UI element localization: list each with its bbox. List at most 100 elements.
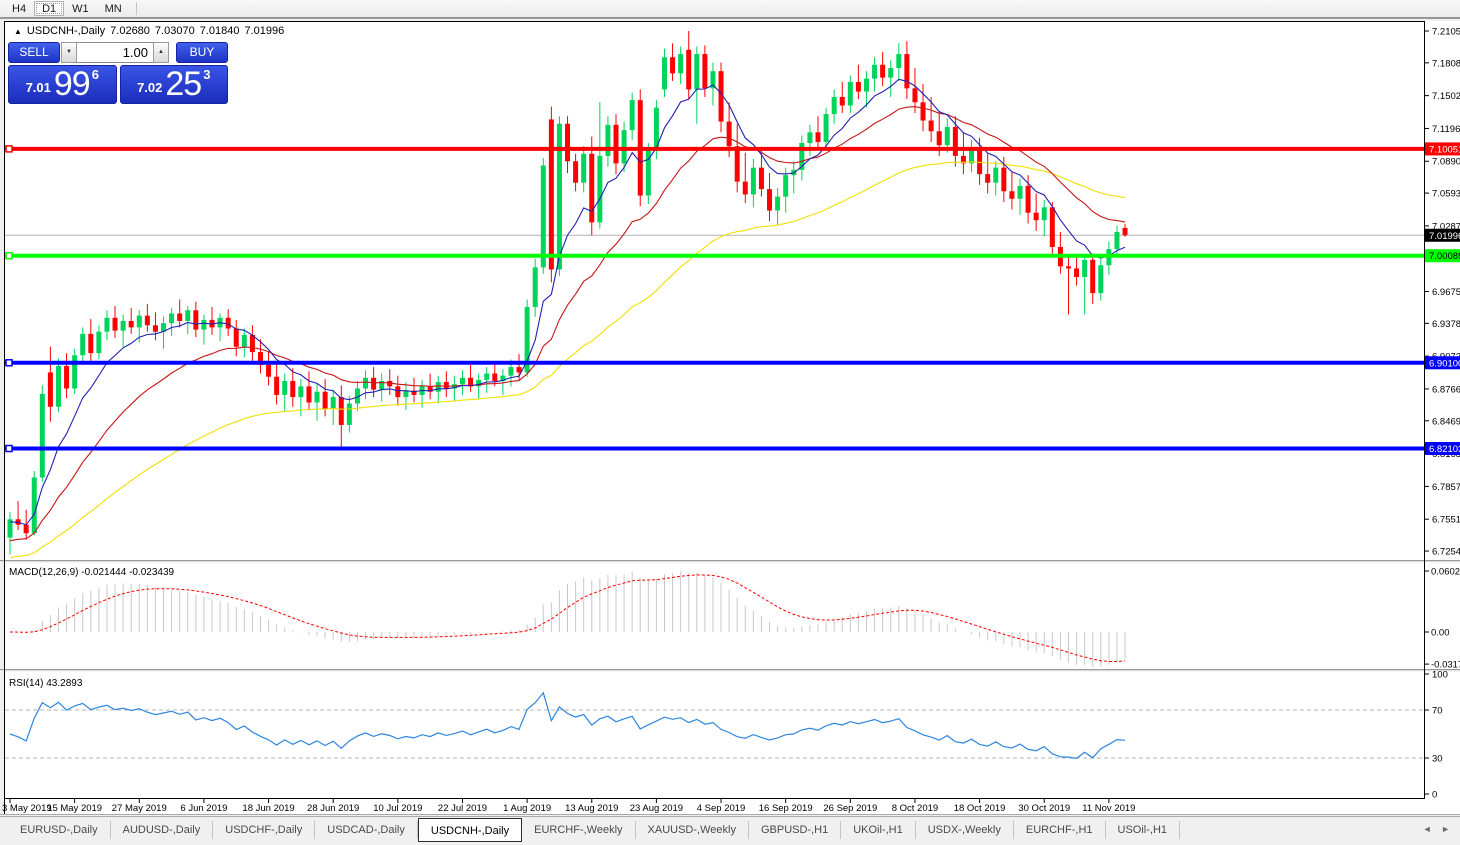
svg-text:7.15020: 7.15020 [1432, 91, 1460, 102]
svg-text:7.01996: 7.01996 [1429, 231, 1460, 242]
buy-button[interactable]: BUY [176, 42, 228, 63]
chart-title: ▲USDCNH-,Daily7.026807.030707.018407.019… [14, 25, 284, 37]
chart-tab-usdcad-daily[interactable]: USDCAD-,Daily [315, 821, 418, 839]
svg-text:6.81630: 6.81630 [1432, 449, 1460, 460]
symbol-period-label: USDCNH-,Daily [27, 25, 105, 37]
timeframe-button-mn[interactable]: MN [97, 1, 130, 16]
svg-text:23 Aug 2019: 23 Aug 2019 [630, 803, 683, 814]
svg-text:70: 70 [1432, 706, 1443, 717]
date-axis: 3 May 201915 May 201927 May 20196 Jun 20… [2, 799, 1135, 814]
tab-scroll-left-icon[interactable]: ◄ [1423, 824, 1432, 834]
rsi-line [10, 693, 1125, 759]
buy-price-box[interactable]: 7.02 25 3 [120, 65, 229, 104]
chart-tab-eurusd-daily[interactable]: EURUSD-,Daily [8, 821, 111, 839]
svg-text:0.00: 0.00 [1431, 628, 1450, 639]
svg-text:3 May 2019: 3 May 2019 [2, 803, 52, 814]
ohlc-high: 7.03070 [155, 25, 195, 37]
volume-increase-icon[interactable]: ▲ [153, 42, 169, 63]
chart-tab-gbpusd-h1[interactable]: GBPUSD-,H1 [749, 821, 841, 839]
volume-input[interactable] [77, 42, 153, 63]
svg-text:30: 30 [1432, 754, 1443, 765]
svg-text:7.02870: 7.02870 [1432, 221, 1460, 232]
tab-scroll-right-icon[interactable]: ► [1441, 824, 1450, 834]
axis-badge-6.82103: 6.82103 [1425, 442, 1460, 455]
svg-text:13 Aug 2019: 13 Aug 2019 [565, 803, 618, 814]
svg-text:1 Aug 2019: 1 Aug 2019 [503, 803, 551, 814]
svg-text:0.060273: 0.060273 [1431, 567, 1460, 578]
svg-text:16 Sep 2019: 16 Sep 2019 [759, 803, 813, 814]
svg-text:7.08900: 7.08900 [1432, 157, 1460, 168]
collapse-triangle-icon[interactable]: ▲ [14, 27, 22, 36]
svg-text:26 Sep 2019: 26 Sep 2019 [823, 803, 877, 814]
sell-price-big: 99 [54, 69, 90, 100]
buy-price-big: 25 [165, 69, 201, 100]
toolbar-separator [136, 2, 137, 15]
svg-text:-0.031725: -0.031725 [1431, 660, 1460, 671]
price-axis: 7.210507.180807.150207.119607.089007.059… [1424, 27, 1460, 558]
tab-scroll-arrows: ◄ ► [1416, 817, 1460, 845]
chart-tab-eurchf-weekly[interactable]: EURCHF-,Weekly [522, 821, 635, 839]
svg-text:6.99810: 6.99810 [1432, 254, 1460, 265]
svg-text:6 Jun 2019: 6 Jun 2019 [180, 803, 227, 814]
one-click-trading-panel: SELL ▼ ▲ BUY 7.01 99 6 7.02 25 3 [8, 42, 228, 104]
chart-tab-usdcnh-daily[interactable]: USDCNH-,Daily [418, 818, 522, 842]
svg-text:6.93780: 6.93780 [1432, 319, 1460, 330]
axis-badge-6.90100: 6.90100 [1425, 356, 1460, 369]
ohlc-low: 7.01840 [200, 25, 240, 37]
mt4-terminal: { "toolbar": { "timeframes": [ {"label":… [0, 0, 1460, 845]
chart-tab-audusd-daily[interactable]: AUDUSD-,Daily [111, 821, 214, 839]
axis-badge-7.00089: 7.00089 [1425, 249, 1460, 262]
chart-tab-usoil-h1[interactable]: USOil-,H1 [1106, 821, 1181, 839]
chart-tab-eurchf-h1[interactable]: EURCHF-,H1 [1014, 821, 1106, 839]
svg-text:7.21050: 7.21050 [1432, 27, 1460, 38]
sell-price-box[interactable]: 7.01 99 6 [8, 65, 117, 104]
svg-text:30 Oct 2019: 30 Oct 2019 [1018, 803, 1070, 814]
hline-handle-6.82103[interactable] [6, 446, 12, 452]
hline-handle-6.90100[interactable] [6, 360, 12, 366]
svg-text:18 Oct 2019: 18 Oct 2019 [954, 803, 1006, 814]
candlesticks [8, 31, 1128, 555]
svg-text:28 Jun 2019: 28 Jun 2019 [307, 803, 359, 814]
ohlc-open: 7.02680 [110, 25, 150, 37]
svg-text:6.82103: 6.82103 [1429, 444, 1460, 455]
timeframe-button-w1[interactable]: W1 [64, 1, 97, 16]
rsi-label: RSI(14) 43.2893 [9, 678, 83, 689]
svg-text:6.96750: 6.96750 [1432, 287, 1460, 298]
svg-text:11 Nov 2019: 11 Nov 2019 [1082, 803, 1135, 814]
buy-price-superscript: 3 [203, 67, 210, 82]
svg-text:6.84690: 6.84690 [1432, 416, 1460, 427]
timeframe-toolbar: H4 D1 W1 MN [0, 0, 1460, 19]
chart-canvas: 7.210507.180807.150207.119607.089007.059… [0, 0, 1460, 845]
volume-decrease-icon[interactable]: ▼ [61, 42, 77, 63]
chart-tab-usdchf-daily[interactable]: USDCHF-,Daily [213, 821, 315, 839]
sell-price-prefix: 7.01 [26, 80, 51, 95]
svg-text:8 Oct 2019: 8 Oct 2019 [892, 803, 938, 814]
timeframe-button-h4[interactable]: H4 [4, 1, 34, 16]
svg-text:15 May 2019: 15 May 2019 [47, 803, 102, 814]
timeframe-button-d1[interactable]: D1 [34, 1, 64, 16]
chart-tab-xauusd-weekly[interactable]: XAUUSD-,Weekly [636, 821, 749, 839]
svg-text:6.75510: 6.75510 [1432, 515, 1460, 526]
axis-badge-7.10051: 7.10051 [1425, 142, 1460, 155]
chart-tab-ukoil-h1[interactable]: UKOil-,H1 [841, 821, 916, 839]
svg-text:6.72540: 6.72540 [1432, 547, 1460, 558]
chart-tab-usdx-weekly[interactable]: USDX-,Weekly [916, 821, 1014, 839]
hline-handle-7.10051[interactable] [6, 146, 12, 152]
macd-signal-line [10, 575, 1125, 662]
chart-tab-bar: EURUSD-,DailyAUDUSD-,DailyUSDCHF-,DailyU… [0, 816, 1460, 845]
svg-text:7.00089: 7.00089 [1429, 251, 1460, 262]
ma-line-55 [10, 162, 1125, 558]
svg-text:4 Sep 2019: 4 Sep 2019 [697, 803, 746, 814]
sell-button[interactable]: SELL [8, 42, 60, 63]
svg-text:6.90720: 6.90720 [1432, 352, 1460, 363]
macd-pane: MACD(12,26,9) -0.021444 -0.0234390.06027… [9, 567, 1460, 671]
svg-text:6.90100: 6.90100 [1429, 358, 1460, 369]
svg-text:6.78570: 6.78570 [1432, 482, 1460, 493]
svg-text:18 Jun 2019: 18 Jun 2019 [242, 803, 294, 814]
svg-text:7.05930: 7.05930 [1432, 189, 1460, 200]
sell-price-superscript: 6 [92, 67, 99, 82]
ma-line-21 [10, 107, 1125, 541]
svg-text:100: 100 [1432, 670, 1448, 681]
svg-text:7.18080: 7.18080 [1432, 58, 1460, 69]
hline-handle-7.00089[interactable] [6, 253, 12, 259]
